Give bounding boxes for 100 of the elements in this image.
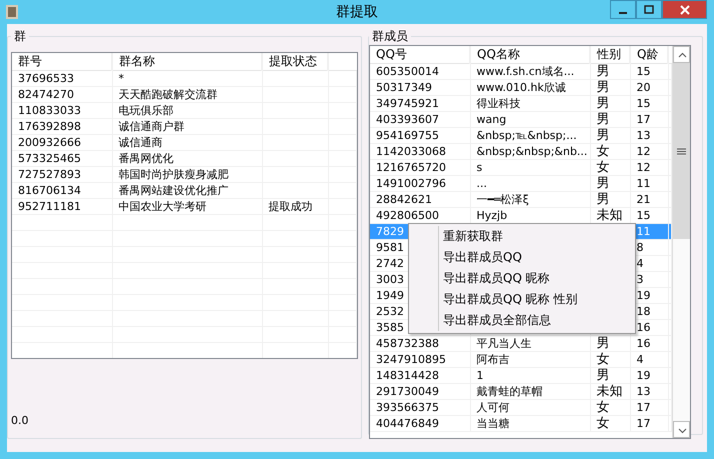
table-cell: 15	[630, 64, 668, 80]
table-cell: 605350014	[370, 64, 470, 80]
table-cell: 37696533	[12, 70, 112, 86]
table-cell: www.010.hk欣诚	[470, 80, 590, 96]
table-cell: 110833033	[12, 102, 112, 118]
table-cell: 176392898	[12, 118, 112, 134]
column-header[interactable]: 性别	[590, 46, 630, 64]
progress-text: 0.0	[11, 414, 28, 427]
table-cell: 148314428	[370, 368, 470, 384]
table-cell: 男	[590, 112, 630, 128]
table-cell: 女	[590, 144, 630, 160]
table-cell: 16	[630, 336, 668, 352]
scroll-up-icon[interactable]	[673, 46, 690, 63]
table-cell: 阿布吉	[470, 352, 590, 368]
table-cell: 戴青蛙的草帽	[470, 384, 590, 400]
table-cell: 男	[590, 368, 630, 384]
table-cell: 13	[630, 384, 668, 400]
window-title: 群提取	[335, 3, 379, 21]
scroll-thumb[interactable]	[673, 63, 690, 239]
table-cell: 13	[630, 128, 668, 144]
table-cell: 1142033068	[370, 144, 470, 160]
app-icon	[6, 5, 18, 19]
table-cell: 男	[590, 128, 630, 144]
table-cell: *	[112, 70, 262, 86]
table-cell: s	[470, 160, 590, 176]
table-cell: 当当糖	[470, 416, 590, 432]
table-cell: 诚信通商户群	[112, 118, 262, 134]
column-header[interactable]: 群名称	[112, 53, 262, 70]
table-cell: 中国农业大学考研	[112, 198, 262, 214]
scroll-down-icon[interactable]	[673, 421, 690, 438]
table-cell: 404476849	[370, 416, 470, 432]
group-title: 群成员	[371, 28, 409, 45]
table-cell: 得业科技	[470, 96, 590, 112]
table-cell: 291730049	[370, 384, 470, 400]
table-cell: ...	[470, 176, 590, 192]
table-cell: 19	[630, 368, 668, 384]
table-cell: 15	[630, 96, 668, 112]
minimize-button[interactable]	[610, 0, 636, 19]
table-cell: 349745921	[370, 96, 470, 112]
table-cell: 573325465	[12, 150, 112, 166]
table-cell: 50317349	[370, 80, 470, 96]
table-cell: 电玩俱乐部	[112, 102, 262, 118]
table-cell: 1	[470, 368, 590, 384]
table-cell: 提取成功	[262, 198, 328, 214]
table-cell: 403393607	[370, 112, 470, 128]
table-cell: 82474270	[12, 86, 112, 102]
column-header[interactable]: QQ名称	[470, 46, 590, 64]
table-cell: 727527893	[12, 166, 112, 182]
table-cell: 男	[590, 64, 630, 80]
table-cell: 番禺网优化	[112, 150, 262, 166]
table-cell: 200932666	[12, 134, 112, 150]
table-cell: 人可何	[470, 400, 590, 416]
table-cell: 番禺网站建设优化推广	[112, 182, 262, 198]
table-cell: wang	[470, 112, 590, 128]
table-cell: 一━═松泽ξ	[470, 192, 590, 208]
close-icon	[680, 4, 690, 14]
table-cell: 3247910895	[370, 352, 470, 368]
table-cell: 女	[590, 160, 630, 176]
table-cell: 17	[630, 112, 668, 128]
table-cell: 17	[630, 416, 668, 432]
table-cell: 未知	[590, 384, 630, 400]
table-cell: 女	[590, 352, 630, 368]
table-cell: 12	[630, 160, 668, 176]
group-title: 群	[13, 28, 27, 45]
table-cell: 4	[630, 352, 668, 368]
table-cell: 952711181	[12, 198, 112, 214]
table-cell: 954169755	[370, 128, 470, 144]
column-header[interactable]: 群号	[12, 53, 112, 70]
table-cell: 28842621	[370, 192, 470, 208]
table-cell: 11	[630, 176, 668, 192]
table-cell: 17	[630, 400, 668, 416]
table-cell: 458732388	[370, 336, 470, 352]
column-header[interactable]: 提取状态	[262, 53, 328, 70]
scrollbar[interactable]	[672, 46, 690, 438]
table-cell: 1216765720	[370, 160, 470, 176]
table-cell: 男	[590, 192, 630, 208]
table-cell: 男	[590, 96, 630, 112]
table-cell: 女	[590, 400, 630, 416]
table-cell: 1491002796	[370, 176, 470, 192]
maximize-button[interactable]	[636, 0, 662, 19]
column-header[interactable]: Q龄	[630, 46, 668, 64]
table-cell: 393566375	[370, 400, 470, 416]
table-cell: &nbsp;&nbsp;&nb...	[470, 144, 590, 160]
table-cell: www.f.sh.cn域名...	[470, 64, 590, 80]
table-cell: 诚信通商	[112, 134, 262, 150]
minimize-icon	[619, 12, 627, 14]
table-cell: 男	[590, 176, 630, 192]
column-header[interactable]: QQ号	[370, 46, 470, 64]
table-cell: 12	[630, 144, 668, 160]
table-cell: 女	[590, 416, 630, 432]
close-button[interactable]	[662, 0, 707, 19]
table-cell: 天天酷跑破解交流群	[112, 86, 262, 102]
table-cell: 20	[630, 80, 668, 96]
table-cell: 21	[630, 192, 668, 208]
table-cell: 韩国时尚护肤瘦身减肥	[112, 166, 262, 182]
table-cell: &nbsp;℡&nbsp;...	[470, 128, 590, 144]
table-cell: 男	[590, 80, 630, 96]
table-cell: 平凡当人生	[470, 336, 590, 352]
table-cell: 男	[590, 336, 630, 352]
maximize-icon	[644, 4, 654, 14]
